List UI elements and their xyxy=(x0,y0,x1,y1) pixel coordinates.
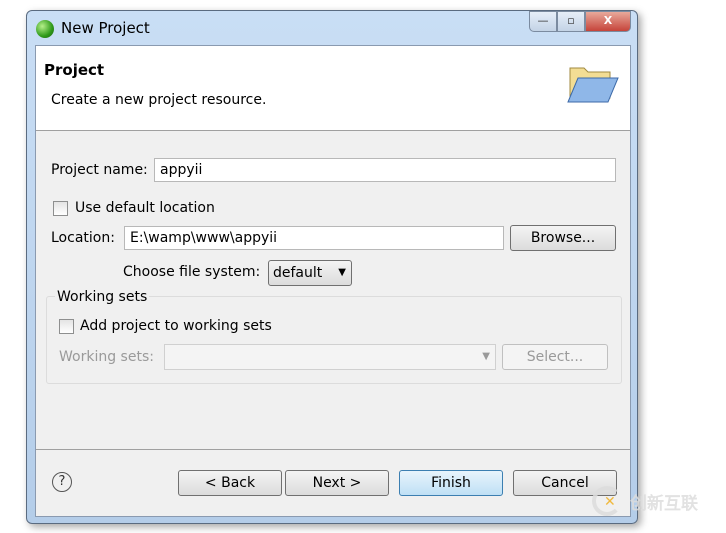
page-title: Project xyxy=(44,61,105,79)
dropdown-arrow-icon: ▼ xyxy=(482,351,490,362)
add-to-working-sets-label: Add project to working sets xyxy=(80,318,272,334)
working-sets-label: Working sets: xyxy=(59,349,154,365)
window-title: New Project xyxy=(61,19,150,37)
location-input[interactable]: E:\wamp\www\appyii xyxy=(124,226,504,250)
working-sets-group: Working sets Add project to working sets… xyxy=(46,289,622,384)
eclipse-app-icon xyxy=(36,20,54,38)
browse-button[interactable]: Browse... xyxy=(510,225,616,251)
new-project-window: New Project — ▫ X Project Create a new p… xyxy=(26,10,638,524)
footer-separator xyxy=(36,449,630,450)
working-sets-combo[interactable]: ▼ xyxy=(164,344,496,370)
use-default-location-label: Use default location xyxy=(75,200,215,216)
working-sets-group-label: Working sets xyxy=(55,289,150,305)
next-button[interactable]: Next > xyxy=(285,470,389,496)
add-to-working-sets-checkbox[interactable] xyxy=(59,319,74,334)
wizard-header: Project Create a new project resource. xyxy=(36,46,630,131)
file-system-dropdown[interactable]: default ▼ xyxy=(268,260,352,286)
close-button[interactable]: X xyxy=(585,11,631,32)
dialog-client: Project Create a new project resource. P… xyxy=(35,45,631,517)
minimize-button[interactable]: — xyxy=(529,11,557,32)
watermark: ✕ 创新互联 xyxy=(592,486,698,516)
project-name-label: Project name: xyxy=(51,162,148,178)
watermark-logo: ✕ xyxy=(592,486,622,516)
help-icon[interactable]: ? xyxy=(52,472,72,492)
window-controls: — ▫ X xyxy=(529,11,631,32)
project-name-input[interactable]: appyii xyxy=(154,158,616,182)
watermark-text: 创新互联 xyxy=(630,493,698,514)
finish-button[interactable]: Finish xyxy=(399,470,503,496)
file-system-value: default xyxy=(273,265,323,281)
dropdown-arrow-icon: ▼ xyxy=(338,267,346,278)
open-folder-icon xyxy=(567,67,619,103)
back-button[interactable]: < Back xyxy=(178,470,282,496)
maximize-button[interactable]: ▫ xyxy=(557,11,585,32)
file-system-label: Choose file system: xyxy=(123,264,261,280)
use-default-location-checkbox[interactable] xyxy=(53,201,68,216)
select-working-sets-button[interactable]: Select... xyxy=(502,344,608,370)
page-description: Create a new project resource. xyxy=(51,92,267,108)
location-label: Location: xyxy=(51,230,115,246)
